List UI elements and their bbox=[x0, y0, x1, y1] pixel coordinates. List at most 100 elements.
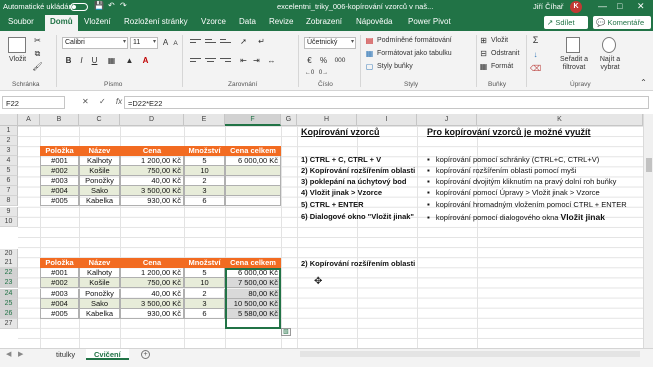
table-cell[interactable]: 5 bbox=[184, 268, 225, 278]
table-cell[interactable]: 750,00 Kč bbox=[120, 166, 184, 176]
table-cell[interactable]: 930,00 Kč bbox=[120, 196, 184, 206]
table-header[interactable]: Název bbox=[79, 258, 120, 268]
cancel-icon[interactable]: ✕ bbox=[82, 97, 89, 106]
table-cell[interactable]: 3 500,00 Kč bbox=[120, 299, 184, 309]
row-header-25[interactable]: 25 bbox=[0, 299, 18, 309]
column-header-a[interactable]: A bbox=[18, 114, 40, 126]
table-cell[interactable]: 5 580,00 Kč bbox=[225, 309, 281, 319]
row-header-2[interactable]: 2 bbox=[0, 136, 18, 146]
delete-cells-icon[interactable]: ⊟ bbox=[478, 48, 489, 59]
undo-icon[interactable]: ↶ bbox=[108, 1, 115, 10]
table-header[interactable]: Položka bbox=[40, 146, 79, 156]
tab-soubor[interactable]: Soubor bbox=[8, 17, 34, 26]
row-header-4[interactable]: 4 bbox=[0, 156, 18, 166]
table-cell[interactable]: 40,00 Kč bbox=[120, 176, 184, 186]
column-header-j[interactable]: J bbox=[417, 114, 477, 126]
find-select-button[interactable]: Najít a vybrat bbox=[596, 56, 624, 72]
table-cell[interactable]: #002 bbox=[40, 278, 79, 288]
table-cell[interactable] bbox=[225, 176, 281, 186]
table-cell[interactable]: 750,00 Kč bbox=[120, 278, 184, 288]
copy-icon[interactable]: ⧉ bbox=[32, 48, 43, 59]
redo-icon[interactable]: ↷ bbox=[120, 1, 127, 10]
row-header-9[interactable]: 9 bbox=[0, 207, 18, 217]
indent-increase-icon[interactable]: ⇥ bbox=[251, 55, 262, 66]
format-cells-icon[interactable]: ▦ bbox=[478, 61, 489, 72]
insert-cells-icon[interactable]: ⊞ bbox=[478, 35, 489, 46]
number-format-select[interactable]: Účetnický ▾ bbox=[304, 37, 356, 49]
scroll-thumb[interactable] bbox=[646, 158, 652, 172]
table-cell[interactable]: Kabelka bbox=[79, 196, 120, 206]
font-color-icon[interactable]: A bbox=[140, 55, 151, 66]
insert-cells-button[interactable]: Vložit bbox=[491, 37, 508, 44]
maximize-icon[interactable]: □ bbox=[617, 1, 622, 11]
row-header-7[interactable]: 7 bbox=[0, 186, 18, 196]
table-header[interactable]: Cena celkem bbox=[225, 146, 281, 156]
find-select-icon[interactable] bbox=[602, 37, 616, 53]
table-header[interactable]: Cena celkem bbox=[225, 258, 281, 268]
row-header-27[interactable]: 27 bbox=[0, 319, 18, 329]
table-cell[interactable]: 6 000,00 Kč bbox=[225, 156, 281, 166]
table-cell[interactable]: #004 bbox=[40, 299, 79, 309]
table-cell[interactable]: #001 bbox=[40, 268, 79, 278]
table-cell[interactable]: 6 bbox=[184, 309, 225, 319]
avatar[interactable]: K bbox=[570, 1, 582, 13]
row-header-23[interactable]: 23 bbox=[0, 278, 18, 288]
enter-icon[interactable]: ✓ bbox=[99, 97, 106, 106]
underline-button[interactable]: U bbox=[89, 55, 100, 66]
table-cell[interactable]: 6 000,00 Kč bbox=[225, 268, 281, 278]
table-cell[interactable]: 930,00 Kč bbox=[120, 309, 184, 319]
format-as-table-button[interactable]: Formátovat jako tabulku bbox=[377, 50, 452, 57]
currency-icon[interactable]: € bbox=[304, 55, 315, 66]
table-cell[interactable]: 2 bbox=[184, 176, 225, 186]
column-header-h[interactable]: H bbox=[297, 114, 357, 126]
sort-filter-button[interactable]: Seřadit a filtrovat bbox=[556, 56, 592, 72]
table-cell[interactable] bbox=[225, 186, 281, 196]
table-cell[interactable]: #003 bbox=[40, 176, 79, 186]
table-cell[interactable] bbox=[225, 196, 281, 206]
formula-input[interactable]: =D22*E22 bbox=[124, 96, 649, 109]
table-cell[interactable]: #005 bbox=[40, 196, 79, 206]
column-header-i[interactable]: I bbox=[357, 114, 417, 126]
sort-filter-icon[interactable] bbox=[566, 37, 580, 53]
table-cell[interactable]: Ponožky bbox=[79, 289, 120, 299]
shrink-font-icon[interactable]: A bbox=[170, 38, 181, 49]
autosum-icon[interactable]: Σ bbox=[530, 35, 541, 46]
tab-vzorce[interactable]: Vzorce bbox=[201, 17, 226, 26]
table-cell[interactable]: #001 bbox=[40, 156, 79, 166]
format-as-table-icon[interactable]: ▦ bbox=[364, 48, 375, 59]
column-header-e[interactable]: E bbox=[184, 114, 225, 126]
format-cells-button[interactable]: Formát bbox=[491, 63, 513, 70]
table-cell[interactable]: 7 500,00 Kč bbox=[225, 278, 281, 288]
table-header[interactable]: Cena bbox=[120, 258, 184, 268]
row-header-24[interactable]: 24 bbox=[0, 289, 18, 299]
align-center-icon[interactable] bbox=[205, 56, 216, 66]
cell-styles-button[interactable]: Styly buňky bbox=[377, 63, 413, 70]
vertical-scrollbar[interactable] bbox=[643, 114, 653, 348]
save-icon[interactable]: 💾 bbox=[94, 1, 104, 10]
percent-button[interactable]: % bbox=[318, 55, 329, 66]
align-left-icon[interactable] bbox=[190, 56, 201, 66]
table-cell[interactable]: 80,00 Kč bbox=[225, 289, 281, 299]
row-header-3[interactable]: 3 bbox=[0, 146, 18, 156]
table-cell[interactable]: 1 200,00 Kč bbox=[120, 156, 184, 166]
column-header-f[interactable]: F bbox=[225, 114, 281, 126]
table-cell[interactable]: 10 bbox=[184, 166, 225, 176]
align-bottom-icon[interactable] bbox=[220, 37, 231, 47]
autosave-toggle[interactable] bbox=[70, 3, 88, 11]
select-all-corner[interactable] bbox=[0, 114, 18, 126]
column-header-c[interactable]: C bbox=[79, 114, 120, 126]
format-painter-icon[interactable]: 🖌 bbox=[32, 61, 43, 72]
table-cell[interactable]: 5 bbox=[184, 156, 225, 166]
add-sheet-button[interactable]: + bbox=[141, 350, 150, 359]
table-header[interactable]: Množství bbox=[184, 146, 225, 156]
table-cell[interactable]: #003 bbox=[40, 289, 79, 299]
paste-icon[interactable] bbox=[8, 37, 26, 53]
fill-icon[interactable]: ↓ bbox=[530, 49, 541, 60]
horizontal-scrollbar[interactable] bbox=[300, 351, 640, 357]
next-sheet-icon[interactable]: ▶ bbox=[18, 350, 23, 358]
table-cell[interactable]: 40,00 Kč bbox=[120, 289, 184, 299]
align-right-icon[interactable] bbox=[220, 56, 231, 66]
cell-styles-icon[interactable]: ▢ bbox=[364, 61, 375, 72]
column-header-g[interactable]: G bbox=[281, 114, 297, 126]
table-cell[interactable]: #004 bbox=[40, 186, 79, 196]
